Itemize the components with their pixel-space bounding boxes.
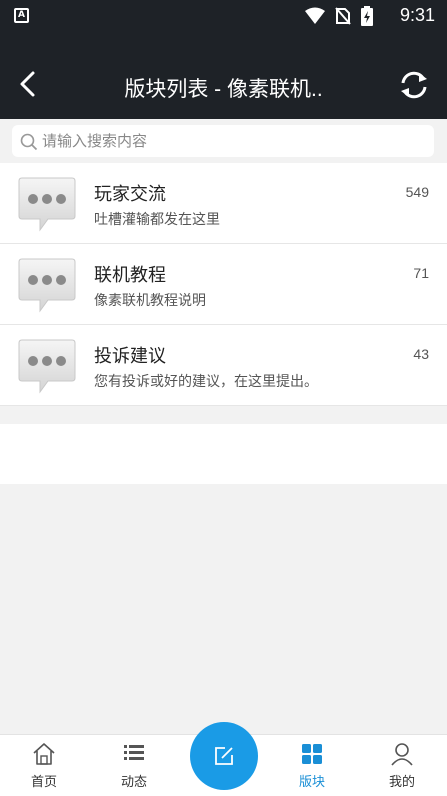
nav-label: 动态 [120,775,147,790]
forum-name: 投诉建议 [94,346,166,367]
forum-desc: 吐槽灌输都发在这里 [94,212,220,228]
nav-item-boards[interactable]: 版块 [282,739,342,795]
page-title: 版块列表 - 像素联机.. [124,78,323,101]
nav-item-profile[interactable]: 我的 [372,739,432,795]
forum-desc: 像素联机教程说明 [94,293,206,309]
search-input[interactable] [42,125,422,157]
forum-count: 71 [413,265,429,281]
edit-icon [215,747,233,765]
forum-item-player-chat[interactable]: 玩家交流 吐槽灌输都发在这里 549 [0,163,447,244]
no-sim-icon [335,7,351,25]
chat-bubble-icon [18,177,76,232]
app-bar: 版块列表 - 像素联机.. [0,33,447,119]
battery-charging-icon [361,6,373,26]
new-post-button[interactable] [190,722,258,790]
list-icon [124,745,144,760]
forum-item-tutorial[interactable]: 联机教程 像素联机教程说明 71 [0,244,447,325]
forum-name: 玩家交流 [94,184,166,205]
forum-item-feedback[interactable]: 投诉建议 您有投诉或好的建议，在这里提出。 43 [0,325,447,406]
nav-item-feed[interactable]: 动态 [104,739,164,795]
search-bar [0,119,447,163]
nav-item-home[interactable]: 首页 [14,739,74,795]
empty-panel [0,424,447,484]
chat-bubble-icon [18,339,76,394]
app-badge: A [14,8,29,23]
search-icon [20,133,38,151]
nav-label: 我的 [388,775,415,790]
status-time: 9:31 [399,5,435,25]
wifi-icon [305,7,325,24]
home-icon [33,743,55,765]
forum-list: 玩家交流 吐槽灌输都发在这里 549 联机教程 像素联机教程说明 71 投诉建议… [0,163,447,406]
forum-count: 43 [413,346,429,362]
forum-desc: 您有投诉或好的建议，在这里提出。 [94,374,318,390]
refresh-icon[interactable] [397,68,431,102]
forum-count: 549 [405,184,429,200]
user-icon [391,743,413,766]
nav-label: 首页 [30,775,57,790]
status-icons [305,6,373,26]
forum-name: 联机教程 [94,265,166,286]
nav-label: 版块 [298,775,325,790]
grid-icon [302,744,322,764]
search-box[interactable] [12,125,434,157]
arrow-left-icon[interactable] [14,69,44,99]
status-bar: A 9:31 [0,0,447,33]
chat-bubble-icon [18,258,76,313]
